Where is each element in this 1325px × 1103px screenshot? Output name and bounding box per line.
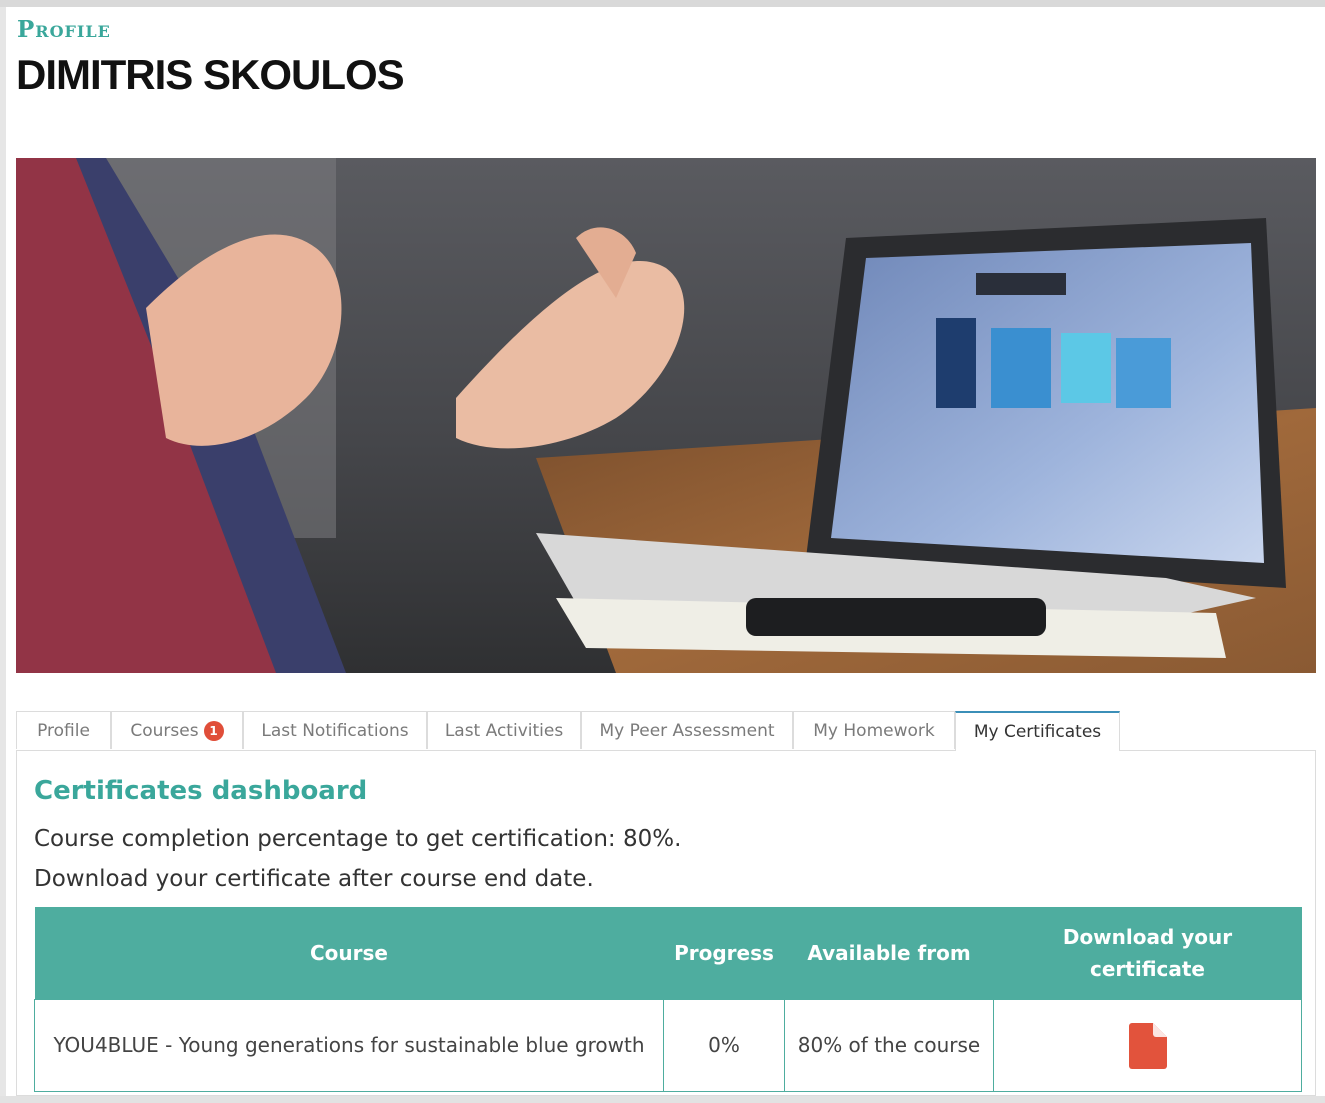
tab-last-activities-label: Last Activities	[444, 720, 564, 741]
available-from-cell: 80% of the course	[784, 999, 994, 1092]
course-name-cell: YOU4BLUE - Young generations for sustain…	[34, 999, 664, 1092]
tab-my-certificates[interactable]: My Certificates	[955, 711, 1120, 751]
table-row: YOU4BLUE - Young generations for sustain…	[34, 999, 1302, 1092]
progress-cell: 0%	[663, 999, 785, 1092]
tab-my-peer-assessment[interactable]: My Peer Assessment	[581, 711, 793, 749]
user-name-heading: DIMITRIS SKOULOS	[16, 51, 405, 98]
profile-page: Profile DIMITRIS SKOULOS Profile Courses…	[6, 7, 1325, 1096]
tab-last-notifications[interactable]: Last Notifications	[243, 711, 427, 749]
window-frame-bottom	[0, 1096, 1325, 1103]
profile-tabs: Profile Courses 1 Last Notifications Las…	[16, 711, 1316, 751]
tab-profile[interactable]: Profile	[16, 711, 111, 749]
column-header-course: Course	[34, 907, 664, 1000]
page-kicker: Profile	[17, 16, 111, 43]
courses-count-badge: 1	[203, 720, 224, 741]
certificates-dashboard-title: Certificates dashboard	[34, 776, 368, 806]
tab-courses[interactable]: Courses 1	[111, 711, 243, 749]
tab-my-peer-assessment-label: My Peer Assessment	[599, 720, 775, 741]
tab-courses-label: Courses	[130, 720, 199, 741]
window-frame-top	[0, 0, 1325, 7]
file-icon[interactable]	[1128, 1022, 1167, 1069]
profile-cover-image	[16, 158, 1316, 673]
column-header-progress: Progress	[663, 907, 785, 1000]
tab-my-certificates-label: My Certificates	[973, 722, 1102, 742]
download-cell	[993, 999, 1302, 1092]
table-header-row: Course Progress Available from Download …	[34, 907, 1302, 1000]
column-header-available-from: Available from	[784, 907, 994, 1000]
certificates-table: Course Progress Available from Download …	[34, 907, 1302, 1092]
completion-requirement-text: Course completion percentage to get cert…	[34, 826, 682, 852]
tab-last-notifications-label: Last Notifications	[261, 720, 409, 741]
download-instruction-text: Download your certificate after course e…	[34, 866, 594, 892]
column-header-download: Download your certificate	[993, 907, 1302, 1000]
tab-last-activities[interactable]: Last Activities	[427, 711, 581, 749]
certificates-panel: Certificates dashboard Course completion…	[16, 750, 1316, 1096]
tab-my-homework[interactable]: My Homework	[793, 711, 955, 749]
tab-my-homework-label: My Homework	[813, 720, 935, 741]
tab-profile-label: Profile	[37, 720, 90, 741]
